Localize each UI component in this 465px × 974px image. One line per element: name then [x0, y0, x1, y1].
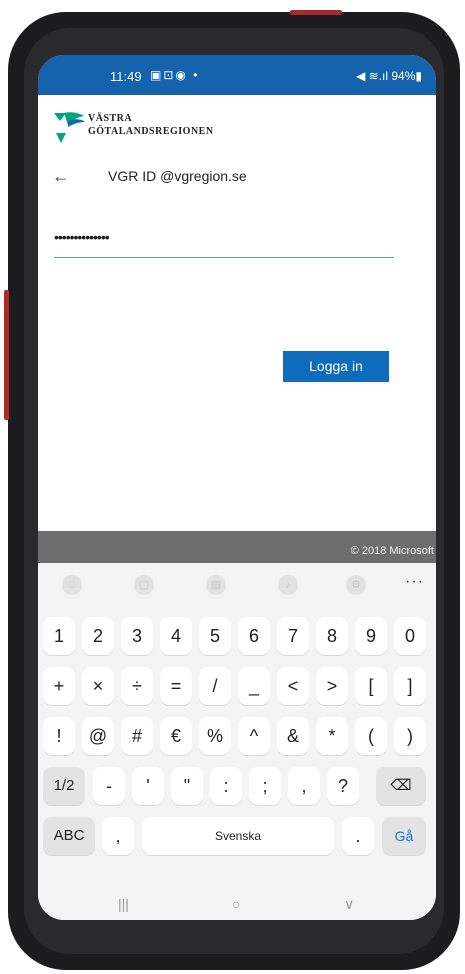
- sticker-icon[interactable]: ▤: [206, 575, 226, 595]
- key-percent[interactable]: %: [199, 717, 231, 755]
- key-left-bracket[interactable]: [: [355, 667, 387, 705]
- user-identity: VGR ID @vgregion.se: [108, 168, 247, 184]
- key-less-than[interactable]: <: [277, 667, 309, 705]
- key-ampersand[interactable]: &: [277, 717, 309, 755]
- key-2[interactable]: 2: [82, 617, 114, 655]
- status-time: 11:49: [110, 69, 142, 84]
- more-options-icon[interactable]: ···: [405, 573, 424, 591]
- key-slash[interactable]: /: [199, 667, 231, 705]
- copyright-text: © 2018 Microsoft: [350, 545, 434, 557]
- key-divide[interactable]: ÷: [121, 667, 153, 705]
- keyboard-toolbar: ☺ ▢ ▤ ♪ ⚙ ···: [38, 563, 436, 607]
- side-button: [4, 290, 9, 420]
- key-5[interactable]: 5: [199, 617, 231, 655]
- status-indicators: ◀ ≋.ıl 94%▮: [356, 69, 422, 83]
- key-9[interactable]: 9: [355, 617, 387, 655]
- key-abc[interactable]: ABC: [43, 817, 95, 855]
- settings-icon[interactable]: ⚙: [346, 575, 366, 595]
- vgr-logo-icon: [54, 112, 85, 143]
- key-plus[interactable]: +: [43, 667, 75, 705]
- key-left-paren[interactable]: (: [355, 717, 387, 755]
- key-caret[interactable]: ^: [238, 717, 270, 755]
- logo-line-2: GÖTALANDSREGIONEN: [88, 126, 214, 137]
- navigation-bar: ||| ○ ∨: [38, 896, 436, 920]
- key-hash[interactable]: #: [121, 717, 153, 755]
- microphone-icon[interactable]: ♪: [278, 575, 298, 595]
- key-right-paren[interactable]: ): [394, 717, 426, 755]
- phone-screen: 11:49 ▣⊡◉ • ◀ ≋.ıl 94%▮ VÄSTRA GÖTALANDS…: [38, 55, 436, 920]
- key-euro[interactable]: €: [160, 717, 192, 755]
- footer-bar: © 2018 Microsoft: [38, 531, 436, 563]
- key-page-toggle[interactable]: 1/2: [43, 767, 85, 805]
- key-hyphen[interactable]: -: [93, 767, 125, 805]
- key-at[interactable]: @: [82, 717, 114, 755]
- key-equals[interactable]: =: [160, 667, 192, 705]
- emoji-icon[interactable]: ☺: [62, 575, 82, 595]
- clipboard-icon[interactable]: ▢: [134, 575, 154, 595]
- home-icon[interactable]: ○: [232, 896, 240, 912]
- key-question[interactable]: ?: [327, 767, 359, 805]
- key-comma[interactable]: ,: [288, 767, 320, 805]
- key-exclamation[interactable]: !: [43, 717, 75, 755]
- vgr-logo: VÄSTRA GÖTALANDSREGIONEN: [52, 111, 252, 151]
- back-nav-icon[interactable]: ∨: [344, 896, 354, 913]
- password-field[interactable]: ••••••••••••••: [54, 225, 394, 258]
- key-quote[interactable]: ": [171, 767, 203, 805]
- status-bar: 11:49 ▣⊡◉ • ◀ ≋.ıl 94%▮: [38, 55, 436, 95]
- keyboard: ☺ ▢ ▤ ♪ ⚙ ··· 1 2 3 4 5 6 7 8 9 0 + × ÷ …: [38, 563, 436, 920]
- key-3[interactable]: 3: [121, 617, 153, 655]
- key-greater-than[interactable]: >: [316, 667, 348, 705]
- key-1[interactable]: 1: [43, 617, 75, 655]
- key-4[interactable]: 4: [160, 617, 192, 655]
- key-asterisk[interactable]: *: [316, 717, 348, 755]
- top-button: [290, 10, 342, 15]
- key-semicolon[interactable]: ;: [249, 767, 281, 805]
- login-button[interactable]: Logga in: [283, 351, 389, 382]
- key-8[interactable]: 8: [316, 617, 348, 655]
- key-6[interactable]: 6: [238, 617, 270, 655]
- key-period[interactable]: .: [342, 817, 374, 855]
- logo-line-1: VÄSTRA: [88, 113, 133, 124]
- back-arrow-icon[interactable]: ←: [52, 165, 74, 187]
- key-multiply[interactable]: ×: [82, 667, 114, 705]
- key-apostrophe[interactable]: ': [132, 767, 164, 805]
- space-bar[interactable]: Svenska: [142, 817, 334, 855]
- key-comma-bottom[interactable]: ,: [102, 817, 134, 855]
- key-right-bracket[interactable]: ]: [394, 667, 426, 705]
- key-colon[interactable]: :: [210, 767, 242, 805]
- key-0[interactable]: 0: [394, 617, 426, 655]
- notification-icons: ▣⊡◉ •: [150, 68, 200, 82]
- backspace-icon[interactable]: ⌫: [376, 767, 426, 805]
- key-7[interactable]: 7: [277, 617, 309, 655]
- key-underscore[interactable]: _: [238, 667, 270, 705]
- recents-icon[interactable]: |||: [118, 896, 129, 912]
- go-button[interactable]: Gå: [382, 817, 426, 855]
